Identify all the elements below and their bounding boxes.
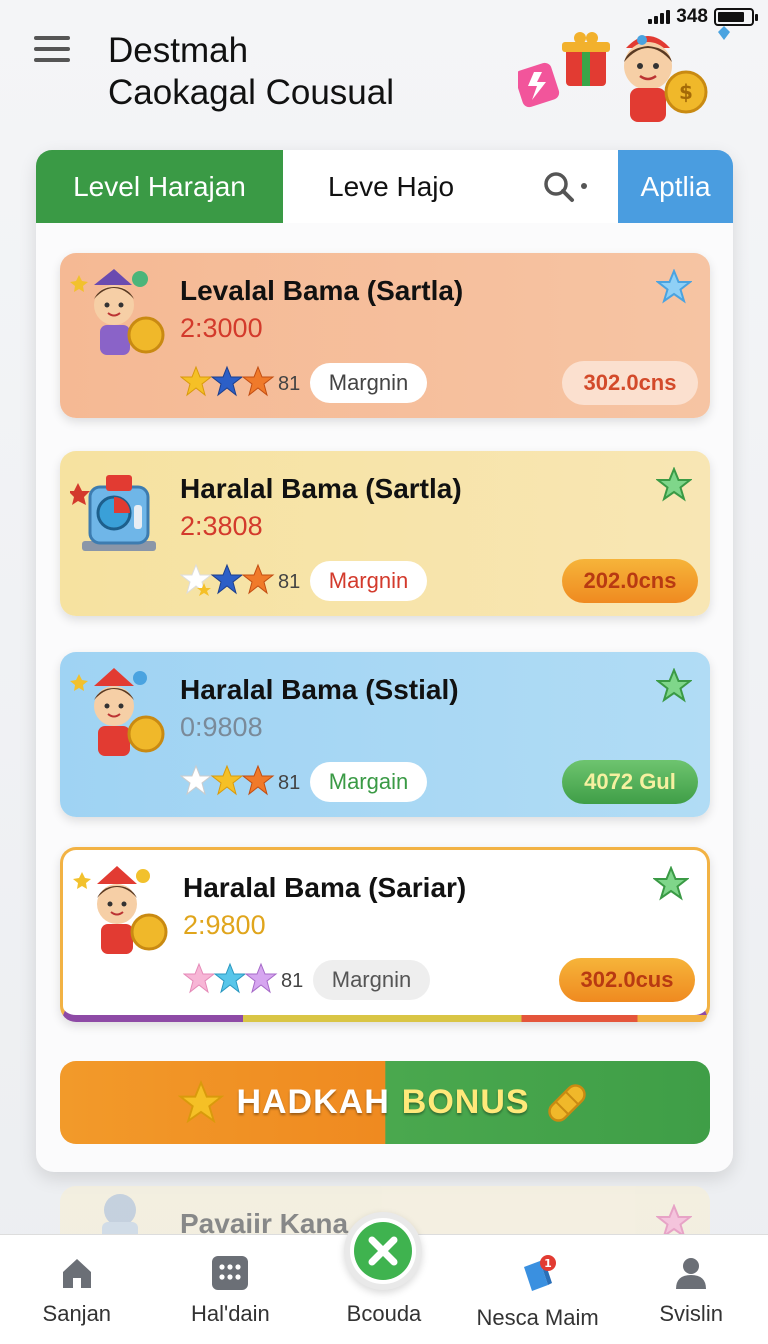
tab-level-harajan[interactable]: Level Harajan xyxy=(36,150,283,223)
tab-aptlia[interactable]: Aptlia xyxy=(618,150,733,223)
star-icon xyxy=(178,1079,225,1123)
character-avatar-icon xyxy=(73,866,168,954)
home-icon xyxy=(62,1259,91,1288)
status-bar: 348 xyxy=(648,6,758,28)
nav-label: Bcouda xyxy=(346,1301,422,1326)
rating-stars-icon xyxy=(180,764,275,796)
card-score: 2:3808 xyxy=(180,511,263,541)
header-mascot-illustration: $ xyxy=(518,26,730,122)
center-action-button[interactable] xyxy=(344,1212,422,1290)
price-button[interactable]: 4072 Gul xyxy=(562,760,698,804)
rating-count: 81 xyxy=(281,970,304,992)
nav-label: Sanjan xyxy=(42,1301,112,1326)
nav-label: Svislin xyxy=(659,1301,723,1326)
level-card[interactable]: Levalal Bama (Sartla) 2:3000 81 Margnin … xyxy=(60,253,710,418)
menu-button[interactable] xyxy=(34,36,70,62)
bonus-label-part2: BONUS xyxy=(401,1083,530,1121)
levels-panel: Level Harajan Leve Hajo Aptlia Levalal B… xyxy=(36,150,733,1172)
favorite-star-icon[interactable] xyxy=(656,467,692,503)
rating-stars-icon xyxy=(180,365,275,397)
character-avatar-icon xyxy=(70,668,165,756)
rating-count: 81 xyxy=(278,571,301,593)
lightning-gem-icon xyxy=(518,62,560,108)
search-icon[interactable] xyxy=(542,170,588,204)
card-score: 0:9808 xyxy=(180,712,263,742)
battery-icon xyxy=(714,8,758,26)
svg-text:$: $ xyxy=(679,80,693,104)
nav-label: Nesca Maim xyxy=(476,1305,599,1330)
rating-stars-icon xyxy=(180,563,275,596)
card-title: Haralal Bama (Sariar) xyxy=(183,872,467,903)
mascot-character-icon xyxy=(624,35,672,122)
bonus-button[interactable]: HADKAH BONUS xyxy=(60,1061,710,1144)
tab-leve-hajo[interactable]: Leve Hajo xyxy=(283,150,618,223)
menu-icon xyxy=(34,36,70,40)
coin-stack-icon xyxy=(547,1083,586,1122)
margin-chip[interactable]: Margnin xyxy=(310,561,427,601)
card-title: Levalal Bama (Sartla) xyxy=(180,275,464,306)
rating-count: 81 xyxy=(278,373,301,395)
bonus-label-part1: HADKAH xyxy=(236,1083,390,1121)
notification-badge: 1 xyxy=(544,1257,552,1270)
nav-item-nesca-maim[interactable]: 1 Nesca Maim xyxy=(461,1235,615,1344)
margin-chip[interactable]: Margnin xyxy=(310,363,427,403)
level-card[interactable]: Haralal Bama (Sariar) 2:9800 81 Margnin … xyxy=(60,847,710,1022)
nav-item-haldain[interactable]: Hal'dain xyxy=(154,1235,308,1344)
margin-chip[interactable]: Margain xyxy=(310,762,427,802)
tab-bar: Level Harajan Leve Hajo Aptlia xyxy=(36,150,733,223)
cube-icon: 1 xyxy=(523,1255,556,1291)
card-score: 2:9800 xyxy=(183,910,266,940)
price-button[interactable]: 302.0cus xyxy=(559,958,695,1002)
title-line-2: Caokagal Cousual xyxy=(108,73,395,112)
card-score: 2:3000 xyxy=(180,313,263,343)
page-title: Destmah Caokagal Cousual xyxy=(108,30,394,114)
rating-stars-icon xyxy=(183,962,278,994)
nav-item-sanjan[interactable]: Sanjan xyxy=(0,1235,154,1344)
signal-icon xyxy=(648,10,671,24)
card-title: Haralal Bama (Sstial) xyxy=(180,674,459,705)
favorite-star-icon[interactable] xyxy=(656,668,692,704)
level-card[interactable]: Haralal Bama (Sartla) 2:3808 81 Margnin … xyxy=(60,451,710,616)
gift-box-icon xyxy=(562,32,610,86)
user-icon xyxy=(676,1258,707,1289)
price-button[interactable]: 302.0cns xyxy=(562,361,698,405)
margin-chip[interactable]: Margnin xyxy=(313,960,430,1000)
grid-icon xyxy=(212,1256,249,1290)
arcade-machine-icon xyxy=(70,475,156,551)
character-avatar-icon xyxy=(70,269,165,355)
favorite-star-icon[interactable] xyxy=(653,866,689,902)
battery-text: 348 xyxy=(676,6,708,27)
close-icon xyxy=(354,1222,412,1280)
card-title: Haralal Bama (Sartla) xyxy=(180,473,462,504)
favorite-star-icon[interactable] xyxy=(656,269,692,305)
rating-count: 81 xyxy=(278,772,301,794)
price-button[interactable]: 202.0cns xyxy=(562,559,698,603)
title-line-1: Destmah xyxy=(108,31,249,70)
nav-item-svislin[interactable]: Svislin xyxy=(614,1235,768,1344)
nav-label: Hal'dain xyxy=(190,1301,270,1326)
gold-coin-icon: $ xyxy=(664,70,708,114)
level-card[interactable]: Haralal Bama (Sstial) 0:9808 81 Margain … xyxy=(60,652,710,817)
